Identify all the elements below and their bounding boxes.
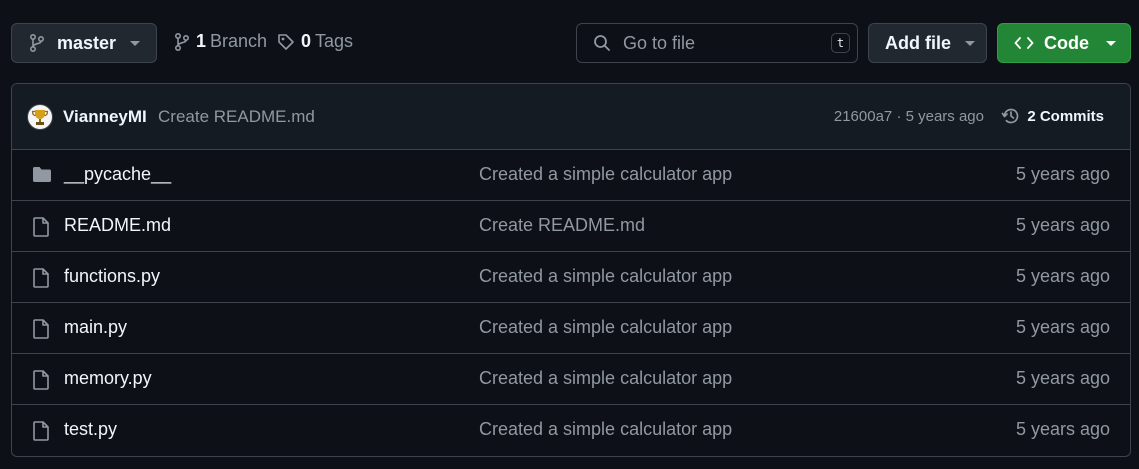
file-icon (33, 421, 49, 441)
tag-label: Tags (315, 31, 354, 51)
file-name-link[interactable]: main.py (64, 317, 127, 338)
code-label: Code (1044, 32, 1089, 53)
file-icon (33, 217, 49, 237)
commit-message[interactable]: Create README.md (158, 107, 315, 127)
file-name-link[interactable]: memory.py (64, 368, 152, 389)
file-commit-message[interactable]: Create README.md (479, 215, 645, 236)
commits-history-link[interactable]: 2 Commits (1001, 106, 1104, 126)
code-icon (1014, 37, 1034, 49)
history-icon (1001, 108, 1019, 124)
git-branch-icon (30, 34, 45, 52)
go-to-file-search[interactable]: t (576, 23, 858, 63)
avatar[interactable] (27, 104, 53, 130)
file-row[interactable]: README.md Create README.md 5 years ago (12, 201, 1130, 252)
commit-author[interactable]: VianneyMI (63, 107, 147, 127)
tag-icon (278, 33, 294, 50)
file-icon (33, 319, 49, 339)
file-name-link[interactable]: README.md (64, 215, 171, 236)
file-age: 5 years ago (1015, 419, 1110, 439)
tags-link[interactable]: 0 Tags (277, 31, 353, 52)
chevron-down-icon (965, 40, 975, 46)
search-icon (594, 35, 610, 51)
file-commit-message[interactable]: Created a simple calculator app (479, 368, 732, 389)
trophy-avatar-icon (31, 110, 49, 125)
file-age: 5 years ago (1015, 266, 1110, 286)
branch-count: 1 (196, 31, 207, 51)
code-button[interactable]: Code (997, 23, 1131, 63)
branch-label: Branch (210, 31, 268, 51)
file-age: 5 years ago (1015, 317, 1110, 337)
shortcut-key-hint: t (831, 33, 850, 53)
file-name-link[interactable]: test.py (64, 419, 117, 440)
file-row[interactable]: test.py Created a simple calculator app … (12, 405, 1130, 456)
file-row[interactable]: __pycache__ Created a simple calculator … (12, 150, 1130, 201)
file-row[interactable]: main.py Created a simple calculator app … (12, 303, 1130, 354)
file-age: 5 years ago (1015, 215, 1110, 235)
latest-commit-bar: VianneyMI Create README.md 21600a7 · 5 y… (12, 84, 1130, 150)
chevron-down-icon (130, 40, 141, 46)
branch-name: master (57, 32, 117, 53)
repo-toolbar: master 1 Branch 0 Tags t Add file (0, 0, 1139, 86)
file-age: 5 years ago (1015, 164, 1110, 184)
folder-icon (33, 167, 51, 182)
branches-link[interactable]: 1 Branch (174, 31, 267, 52)
file-icon (33, 268, 49, 288)
add-file-label: Add file (885, 32, 951, 53)
file-commit-message[interactable]: Created a simple calculator app (479, 317, 732, 338)
file-commit-message[interactable]: Created a simple calculator app (479, 164, 732, 185)
git-branch-icon (175, 32, 190, 51)
file-row[interactable]: functions.py Created a simple calculator… (12, 252, 1130, 303)
branch-selector-button[interactable]: master (11, 23, 157, 63)
tag-count: 0 (301, 31, 312, 51)
add-file-button[interactable]: Add file (868, 23, 987, 63)
file-age: 5 years ago (1015, 368, 1110, 388)
chevron-down-icon (1106, 40, 1116, 46)
file-commit-message[interactable]: Created a simple calculator app (479, 419, 732, 440)
file-row[interactable]: memory.py Created a simple calculator ap… (12, 354, 1130, 405)
file-browser: VianneyMI Create README.md 21600a7 · 5 y… (11, 83, 1131, 457)
file-name-link[interactable]: __pycache__ (64, 164, 171, 185)
file-commit-message[interactable]: Created a simple calculator app (479, 266, 732, 287)
file-name-link[interactable]: functions.py (64, 266, 160, 287)
file-icon (33, 370, 49, 390)
commits-count: 2 Commits (1027, 107, 1104, 125)
search-input[interactable] (621, 31, 825, 55)
commit-sha-age[interactable]: 21600a7 · 5 years ago (834, 108, 984, 125)
